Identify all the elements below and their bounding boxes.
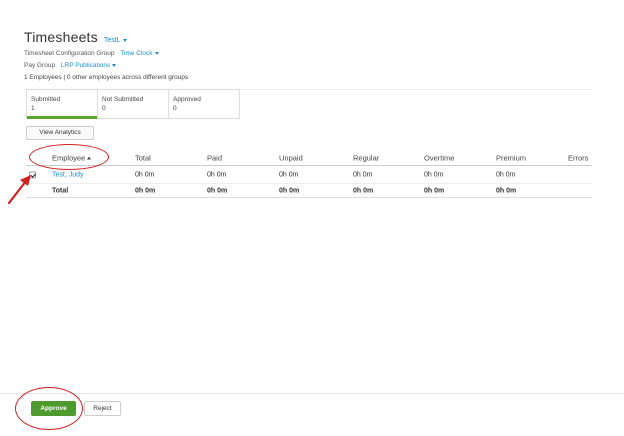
employee-link[interactable]: Test, Judy <box>52 171 84 178</box>
pay-group-dropdown[interactable]: LRP Publications <box>60 62 117 69</box>
user-filter-dropdown[interactable]: TestL <box>104 37 127 44</box>
tab-approved[interactable]: Approved 0 <box>169 90 239 118</box>
pay-group-label: Pay Group <box>24 62 56 69</box>
tab-count: 0 <box>102 105 106 112</box>
cell-unpaid: 0h 0m <box>279 171 299 178</box>
config-group-label: Timesheet Configuration Group <box>24 50 115 57</box>
totals-row: Total 0h 0m 0h 0m 0h 0m 0h 0m 0h 0m 0h 0… <box>26 184 592 198</box>
footer-divider <box>0 393 624 394</box>
tab-submitted[interactable]: Submitted 1 <box>27 90 98 119</box>
totals-premium: 0h 0m <box>496 187 517 194</box>
column-header-overtime[interactable]: Overtime <box>424 153 454 162</box>
totals-regular: 0h 0m <box>353 187 374 194</box>
config-group-value: Time Clock <box>120 50 153 57</box>
other-employees-note: 0 other employees across different group… <box>66 74 189 81</box>
cell-regular: 0h 0m <box>353 171 373 178</box>
tab-label: Not Submitted <box>102 96 144 103</box>
column-header-premium[interactable]: Premium <box>496 153 526 162</box>
tab-count: 0 <box>173 105 177 112</box>
timesheet-table: Employee Total Paid Unpaid Regular Overt… <box>26 150 592 198</box>
column-header-regular[interactable]: Regular <box>353 153 379 162</box>
annotation-arrow-icon <box>8 175 31 204</box>
column-header-unpaid[interactable]: Unpaid <box>279 153 303 162</box>
column-header-paid[interactable]: Paid <box>207 153 222 162</box>
view-analytics-button[interactable]: View Analytics <box>26 126 94 140</box>
cell-paid: 0h 0m <box>207 171 227 178</box>
tab-label: Approved <box>173 96 201 103</box>
tab-label: Submitted <box>31 96 61 103</box>
table-row: Test, Judy 0h 0m 0h 0m 0h 0m 0h 0m 0h 0m… <box>26 166 592 184</box>
user-filter-label: TestL <box>103 37 121 44</box>
page-title: Timesheets <box>24 29 98 45</box>
status-tabs: Submitted 1 Not Submitted 0 Approved 0 <box>26 89 240 119</box>
cell-premium: 0h 0m <box>496 171 516 178</box>
totals-total: 0h 0m <box>135 187 156 194</box>
totals-paid: 0h 0m <box>207 187 228 194</box>
pay-group-row: Pay Group LRP Publications <box>24 62 117 69</box>
approve-button[interactable]: Approve <box>31 401 76 416</box>
caret-down-icon <box>112 63 117 67</box>
config-group-row: Timesheet Configuration Group Time Clock <box>24 50 159 57</box>
config-group-dropdown[interactable]: Time Clock <box>120 50 159 57</box>
table-header: Employee Total Paid Unpaid Regular Overt… <box>26 150 592 166</box>
cell-total: 0h 0m <box>135 171 155 178</box>
cell-overtime: 0h 0m <box>424 171 444 178</box>
totals-unpaid: 0h 0m <box>279 187 300 194</box>
column-header-errors[interactable]: Errors <box>568 153 588 162</box>
sort-ascending-icon <box>87 156 92 160</box>
column-header-label: Employee <box>52 153 86 162</box>
caret-down-icon <box>122 38 127 42</box>
pay-group-value: LRP Publications <box>60 62 111 69</box>
tab-count: 1 <box>31 105 35 112</box>
divider <box>240 89 592 90</box>
column-header-total[interactable]: Total <box>135 153 151 162</box>
tab-not-submitted[interactable]: Not Submitted 0 <box>98 90 169 118</box>
page-header: Timesheets TestL <box>24 29 127 45</box>
totals-overtime: 0h 0m <box>424 187 445 194</box>
reject-button[interactable]: Reject <box>84 401 121 416</box>
column-header-employee[interactable]: Employee <box>52 153 92 162</box>
employee-count-row: 1 Employees | 0 other employees across d… <box>24 74 188 81</box>
totals-label: Total <box>52 187 69 194</box>
caret-down-icon <box>154 51 159 55</box>
employee-count: 1 Employees <box>24 74 62 81</box>
